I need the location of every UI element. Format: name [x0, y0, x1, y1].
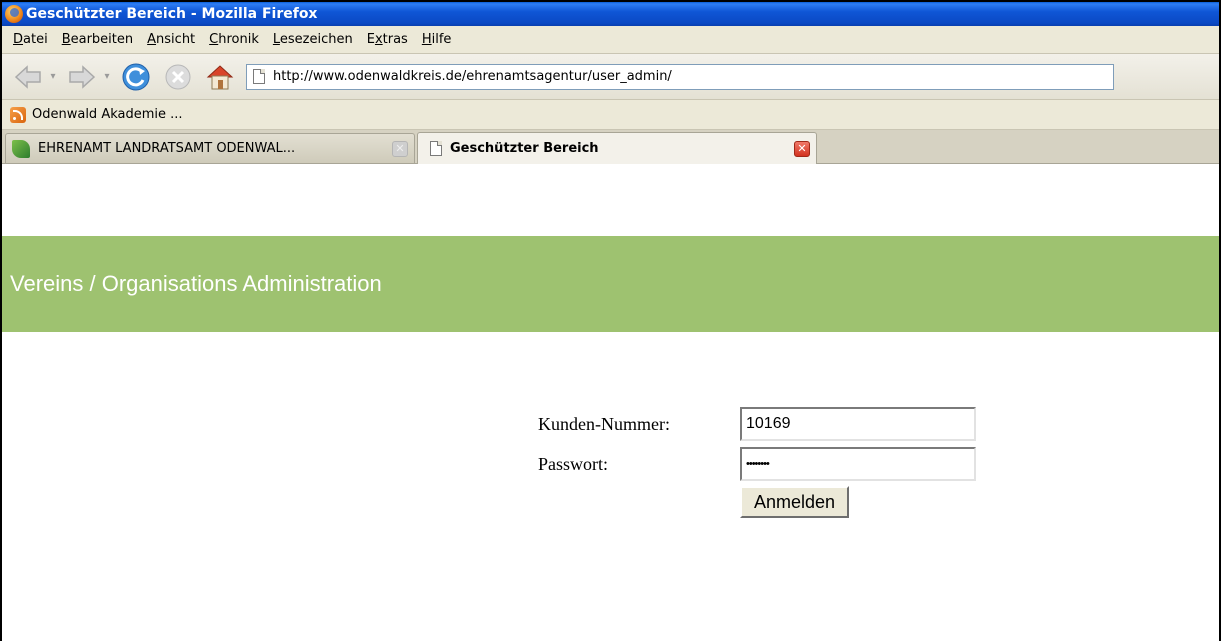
stop-icon [165, 64, 191, 89]
page-icon [253, 69, 265, 84]
tab-label: Geschützter Bereich [450, 141, 599, 156]
navigation-toolbar: ▾ ▾ [2, 54, 1219, 100]
leaf-favicon-icon [12, 139, 30, 158]
address-bar[interactable] [246, 63, 1114, 90]
menu-extras[interactable]: Extras [360, 32, 415, 47]
close-tab-icon[interactable]: ✕ [794, 140, 810, 157]
back-arrow-icon [14, 64, 41, 89]
reload-button[interactable] [120, 61, 152, 93]
password-input[interactable] [740, 447, 976, 481]
tab-geschuetzter-bereich[interactable]: Geschützter Bereich ✕ [417, 132, 817, 164]
back-button[interactable] [12, 61, 44, 93]
header-banner: Vereins / Organisations Administration [2, 236, 1219, 332]
url-input[interactable] [273, 69, 1093, 84]
customer-number-input[interactable] [740, 407, 976, 441]
customer-number-label: Kunden-Nummer: [538, 413, 670, 434]
forward-arrow-icon [69, 64, 96, 89]
title-bar: Geschützter Bereich - Mozilla Firefox [2, 2, 1219, 26]
forward-history-dropdown[interactable]: ▾ [100, 61, 114, 93]
login-button[interactable]: Anmelden [740, 486, 850, 518]
stop-button[interactable] [162, 61, 194, 93]
page-content: Vereins / Organisations Administration K… [2, 236, 1219, 641]
bookmarks-toolbar: Odenwald Akademie ... [2, 100, 1219, 130]
home-icon [206, 64, 234, 89]
window-title: Geschützter Bereich - Mozilla Firefox [26, 6, 318, 22]
menu-datei[interactable]: Datei [6, 32, 55, 47]
login-form: Kunden-Nummer: Passwort: Anmelden [538, 404, 976, 518]
menu-ansicht[interactable]: Ansicht [140, 32, 202, 47]
menu-bearbeiten[interactable]: Bearbeiten [55, 32, 140, 47]
forward-button[interactable] [66, 61, 98, 93]
home-button[interactable] [204, 61, 236, 93]
tab-strip: EHRENAMT LANDRATSAMT ODENWAL... ✕ Geschü… [2, 130, 1219, 164]
back-history-dropdown[interactable]: ▾ [46, 61, 60, 93]
rss-icon [10, 106, 26, 123]
password-label: Passwort: [538, 453, 609, 474]
tab-label: EHRENAMT LANDRATSAMT ODENWAL... [38, 141, 296, 156]
menu-lesezeichen[interactable]: Lesezeichen [266, 32, 360, 47]
menu-chronik[interactable]: Chronik [202, 32, 266, 47]
bookmark-odenwald-akademie[interactable]: Odenwald Akademie ... [32, 107, 183, 122]
menu-hilfe[interactable]: Hilfe [415, 32, 459, 47]
reload-icon [122, 63, 150, 90]
tab-ehrenamt[interactable]: EHRENAMT LANDRATSAMT ODENWAL... ✕ [5, 133, 415, 163]
firefox-logo-icon [5, 5, 23, 23]
close-tab-icon[interactable]: ✕ [392, 140, 408, 157]
page-title: Vereins / Organisations Administration [10, 271, 382, 296]
menu-bar: Datei Bearbeiten Ansicht Chronik Lesezei… [2, 26, 1219, 54]
page-icon [430, 141, 442, 156]
